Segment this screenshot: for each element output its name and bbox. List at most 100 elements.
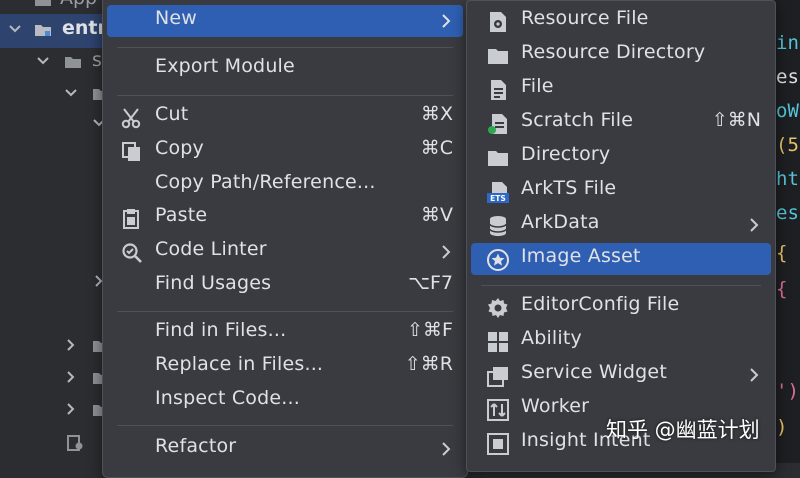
chevron-down-icon[interactable] [8,22,22,36]
shortcut-label: ⌥F7 [408,272,453,294]
new-submenu: Resource File Resource Directory File Sc… [466,0,776,472]
submenu-item-file[interactable]: File [471,73,771,105]
code-line: ') [776,380,799,402]
chevron-right-icon[interactable] [64,338,78,352]
menu-item-label: ArkData [521,211,600,233]
menu-item-paste[interactable]: Paste ⌘V [107,202,463,234]
chevron-down-icon[interactable] [36,54,50,68]
menu-item-label: Copy [155,137,204,159]
separator [117,95,453,96]
context-menu: New Export Module Cut ⌘X Copy ⌘C Copy Pa… [102,0,468,478]
database-icon [487,215,509,237]
chevron-right-icon[interactable] [64,370,78,384]
chevron-down-icon[interactable] [64,86,78,100]
code-line: ht [776,168,799,190]
submenu-item-resource-file[interactable]: Resource File [471,5,771,37]
menu-item-find-in-files[interactable]: Find in Files... ⇧⌘F [107,317,463,349]
copy-icon [121,141,143,163]
submenu-item-directory[interactable]: Directory [471,141,771,173]
linter-search-icon [121,242,143,264]
module-folder-icon [34,23,52,37]
code-line: (5 [776,134,799,156]
tree-label: entr [62,17,107,39]
menu-item-label: Refactor [155,435,237,457]
worker-icon [487,399,509,421]
tree-row[interactable] [0,108,112,142]
shortcut-label: ⌘C [420,137,453,159]
menu-item-export-module[interactable]: Export Module [107,53,463,85]
code-line: es [776,202,799,224]
submenu-item-ability[interactable]: Ability [471,325,771,357]
menu-item-label: Resource Directory [521,41,706,63]
menu-item-label: Export Module [155,55,295,77]
menu-item-label: Replace in Files... [155,353,324,375]
code-line: es [776,66,799,88]
menu-item-cut[interactable]: Cut ⌘X [107,101,463,133]
chevron-right-icon[interactable] [64,402,78,416]
submenu-item-service-widget[interactable]: Service Widget [471,359,771,391]
tree-row[interactable] [0,330,112,364]
scissors-icon [121,107,143,129]
tree-label: s [92,49,102,71]
menu-item-label: Find Usages [155,272,272,294]
chevron-right-icon [749,218,759,232]
menu-item-find-usages[interactable]: Find Usages ⌥F7 [107,270,463,302]
chevron-right-icon [441,14,451,28]
menu-item-new[interactable]: New [107,5,463,37]
menu-item-copy[interactable]: Copy ⌘C [107,135,463,167]
tree-row[interactable] [0,78,112,112]
code-line: { [776,242,788,264]
shortcut-label: ⇧⌘F [407,319,453,341]
code-line: oW [776,100,799,122]
shortcut-label: ⇧⌘N [711,109,761,131]
tree-row[interactable] [0,362,112,396]
menu-item-label: Scratch File [521,109,634,131]
tree-row-src[interactable]: s [0,46,112,80]
resource-file-icon [487,11,509,33]
widget-icon [487,365,509,387]
chevron-right-icon [749,368,759,382]
separator [117,47,453,48]
folder-icon [487,147,509,169]
menu-item-label: Directory [521,143,611,165]
gear-icon [487,297,509,319]
shortcut-label: ⌘V [421,204,453,226]
watermark: 知乎 @幽蓝计划 [606,418,760,442]
submenu-item-arkdata[interactable]: ArkData [471,209,771,241]
folder-icon [34,0,52,7]
menu-item-label: ArkTS File [521,177,617,199]
menu-item-label: New [155,7,198,29]
shortcut-label: ⇧⌘R [404,353,453,375]
code-editor[interactable]: in es oW (5 ht es { { ') ) [772,0,800,463]
menu-item-label: Service Widget [521,361,667,383]
folder-icon [64,55,82,69]
code-line: { [776,278,788,300]
menu-item-copy-path[interactable]: Copy Path/Reference... [107,169,463,201]
tree-row[interactable] [0,266,112,300]
submenu-item-scratch-file[interactable]: Scratch File ⇧⌘N [471,107,771,139]
file-icon [487,79,509,101]
submenu-item-editorconfig-file[interactable]: EditorConfig File [471,291,771,323]
cube-icon [487,433,509,455]
submenu-item-resource-directory[interactable]: Resource Directory [471,39,771,71]
menu-item-replace-in-files[interactable]: Replace in Files... ⇧⌘R [107,351,463,383]
separator [117,425,453,426]
menu-item-code-linter[interactable]: Code Linter [107,236,463,268]
tree-row-entry[interactable]: entr [0,14,112,48]
menu-item-label: Image Asset [521,245,641,267]
submenu-item-image-asset[interactable]: Image Asset [471,243,771,275]
code-line: in [776,32,799,54]
menu-item-inspect-code[interactable]: Inspect Code... [107,385,463,417]
menu-item-refactor[interactable]: Refactor [107,433,463,465]
submenu-item-arkts-file[interactable]: ETS ArkTS File [471,175,771,207]
tree-row[interactable] [0,426,112,460]
tree-row[interactable] [0,394,112,428]
menu-item-label: Code Linter [155,238,267,260]
menu-item-label: Copy Path/Reference... [155,171,376,193]
project-tree: App entr s [0,0,112,463]
tree-label: App [60,0,97,9]
menu-item-label: Cut [155,103,189,125]
menu-item-label: EditorConfig File [521,293,680,315]
chevron-right-icon [441,245,451,259]
settings-file-icon [66,435,84,451]
